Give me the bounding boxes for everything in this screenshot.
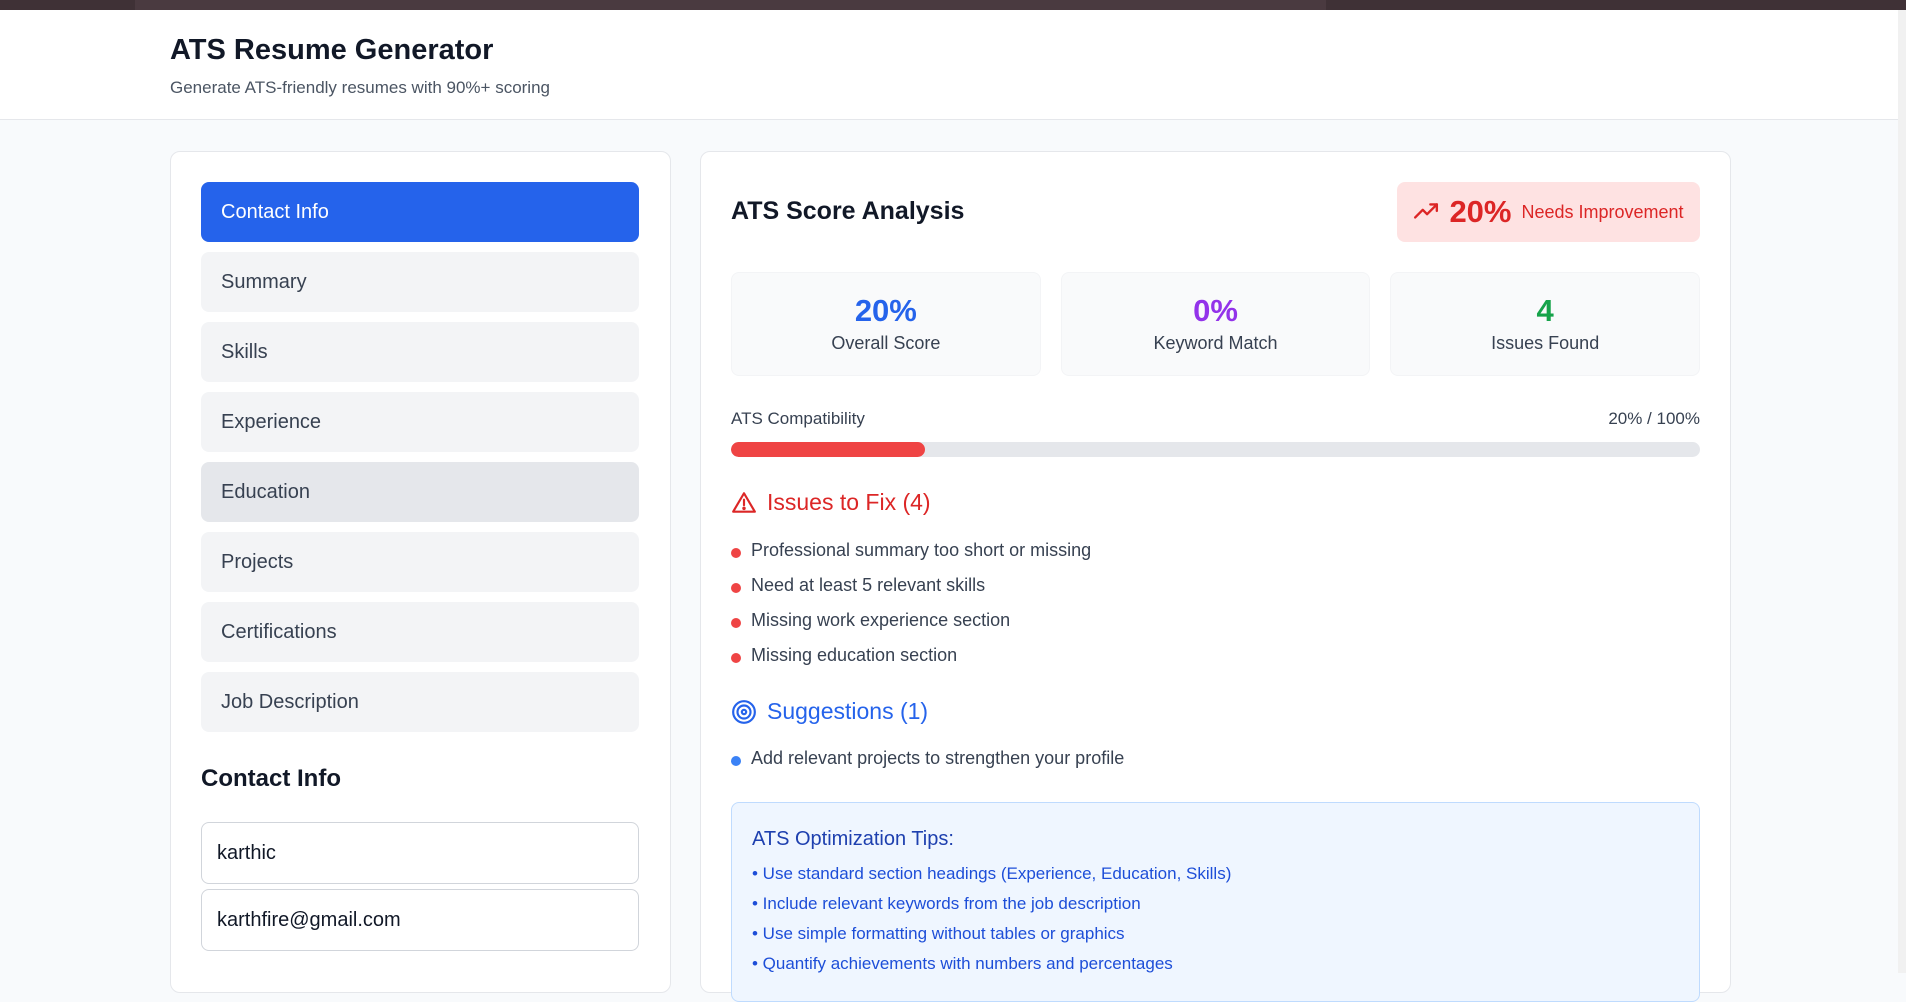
list-item: Add relevant projects to strengthen your… xyxy=(731,741,1124,776)
suggestions-title: Suggestions (1) xyxy=(767,698,929,724)
nav-item-projects[interactable]: Projects xyxy=(201,532,639,592)
suggestions-list: Add relevant projects to strengthen your… xyxy=(731,741,1124,776)
nav-item-skills[interactable]: Skills xyxy=(201,322,639,382)
tip-item: • Use standard section headings (Experie… xyxy=(752,864,1232,883)
bullet-dot xyxy=(731,617,741,628)
bullet-dot xyxy=(731,652,741,663)
stat-caption: Issues Found xyxy=(1491,333,1600,353)
section-nav: Contact Info Summary Skills Experience E… xyxy=(201,182,639,742)
nav-item-certifications[interactable]: Certifications xyxy=(201,602,639,662)
target-icon xyxy=(732,699,756,724)
nav-item-education[interactable]: Education xyxy=(201,462,639,522)
stat-issues-found: 4 Issues Found xyxy=(1390,272,1701,376)
suggestions-heading: Suggestions (1) xyxy=(731,698,928,725)
stat-value: 0% xyxy=(1193,293,1238,328)
score-stats: 20% Overall Score 0% Keyword Match 4 Iss… xyxy=(731,272,1701,376)
app-header: ATS Resume Generator Generate ATS-friend… xyxy=(0,10,1898,120)
bullet-dot xyxy=(731,547,741,558)
nav-item-experience[interactable]: Experience xyxy=(201,392,639,452)
form-section-title: Contact Info xyxy=(201,765,341,792)
compatibility-progress-fill xyxy=(731,442,925,457)
issues-heading: Issues to Fix (4) xyxy=(731,489,931,516)
suggestion-text: Add relevant projects to strengthen your… xyxy=(751,748,1125,768)
trending-up-icon xyxy=(1414,203,1439,219)
stat-overall-score: 20% Overall Score xyxy=(731,272,1041,376)
nav-item-contact-info[interactable]: Contact Info xyxy=(201,182,639,242)
app-title: ATS Resume Generator xyxy=(170,34,494,66)
tip-item: • Include relevant keywords from the job… xyxy=(752,894,1141,913)
score-badge: 20% Needs Improvement xyxy=(1397,182,1700,242)
tips-list: • Use standard section headings (Experie… xyxy=(752,859,1679,979)
stat-keyword-match: 0% Keyword Match xyxy=(1060,272,1371,376)
name-field[interactable] xyxy=(201,822,639,884)
tip-item: • Quantify achievements with numbers and… xyxy=(752,954,1173,973)
browser-tab-strip xyxy=(135,0,1326,10)
issues-list: Professional summary too short or missin… xyxy=(731,533,1091,673)
nav-item-summary[interactable]: Summary xyxy=(201,252,639,312)
stat-caption: Overall Score xyxy=(831,333,941,353)
email-field[interactable] xyxy=(201,889,639,951)
stat-caption: Keyword Match xyxy=(1153,333,1278,353)
compatibility-value: 20% / 100% xyxy=(1608,409,1700,428)
stat-value: 4 xyxy=(1536,293,1554,328)
app-subtitle: Generate ATS-friendly resumes with 90%+ … xyxy=(170,78,550,97)
bullet-dot xyxy=(731,755,741,766)
nav-item-job-description[interactable]: Job Description xyxy=(201,672,639,732)
score-badge-label: Needs Improvement xyxy=(1521,201,1684,222)
tips-title: ATS Optimization Tips: xyxy=(752,828,954,850)
ats-analysis-panel: ATS Score Analysis 20% Needs Improvement… xyxy=(700,151,1731,1002)
list-item: Missing education section xyxy=(731,638,1091,673)
tip-item: • Use simple formatting without tables o… xyxy=(752,924,1125,943)
list-item: Professional summary too short or missin… xyxy=(731,533,1091,568)
score-badge-value: 20% xyxy=(1449,194,1512,229)
analysis-title: ATS Score Analysis xyxy=(731,197,965,225)
page-scrollbar[interactable] xyxy=(1898,10,1906,973)
list-item: Need at least 5 relevant skills xyxy=(731,568,1091,603)
compatibility-label: ATS Compatibility xyxy=(731,409,865,428)
compatibility-progress-bar xyxy=(731,442,1700,457)
issue-text: Missing education section xyxy=(751,645,958,665)
stat-value: 20% xyxy=(854,293,917,328)
ats-tips-box: ATS Optimization Tips: • Use standard se… xyxy=(731,802,1700,1002)
issue-text: Professional summary too short or missin… xyxy=(751,540,1092,560)
issue-text: Need at least 5 relevant skills xyxy=(751,575,986,595)
issues-title: Issues to Fix (4) xyxy=(767,489,931,515)
list-item: Missing work experience section xyxy=(731,603,1091,638)
issue-text: Missing work experience section xyxy=(751,610,1011,630)
alert-triangle-icon xyxy=(732,491,756,513)
browser-top-strip xyxy=(0,0,1906,10)
editor-panel: Contact Info Summary Skills Experience E… xyxy=(170,151,671,993)
bullet-dot xyxy=(731,582,741,593)
